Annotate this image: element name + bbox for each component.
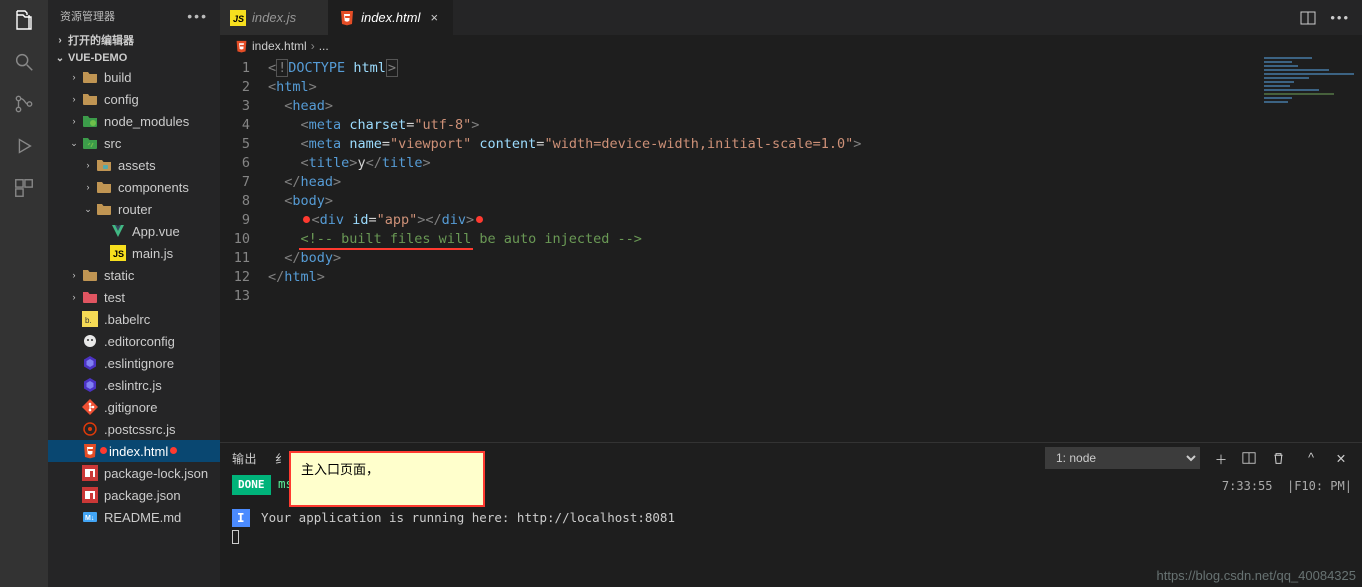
maximize-panel-icon[interactable]: ^ — [1302, 451, 1320, 465]
folder-config[interactable]: ›config — [48, 88, 220, 110]
folder-icon — [96, 201, 112, 217]
new-terminal-icon[interactable]: ＋ — [1212, 449, 1230, 468]
babel-icon: b. — [82, 311, 98, 327]
folder-icon — [96, 179, 112, 195]
panel-tab-output[interactable]: 输出 — [232, 450, 257, 467]
file-.eslintignore[interactable]: .eslintignore — [48, 352, 220, 374]
folder-src[interactable]: ⌄src — [48, 132, 220, 154]
annotation-tooltip: 主入口页面， — [289, 451, 485, 507]
watermark: https://blog.csdn.net/qq_40084325 — [1157, 568, 1357, 583]
npm-icon — [82, 487, 98, 503]
file-README.md[interactable]: M↓README.md — [48, 506, 220, 528]
js-icon: JS — [230, 10, 246, 26]
terminal-cursor — [232, 530, 239, 544]
info-badge: I — [232, 509, 250, 527]
folder-node_modules[interactable]: ›node_modules — [48, 110, 220, 132]
html-icon — [339, 10, 355, 26]
file-package-lock.json[interactable]: package-lock.json — [48, 462, 220, 484]
project-section[interactable]: ⌄VUE-DEMO — [48, 50, 220, 66]
folder-static[interactable]: ›static — [48, 264, 220, 286]
split-terminal-icon[interactable] — [1242, 451, 1260, 465]
source-control-icon[interactable] — [12, 92, 36, 116]
html-icon — [234, 39, 248, 53]
file-index.html[interactable]: index.html — [48, 440, 220, 462]
srcfolder-icon — [82, 135, 98, 151]
svg-text:b.: b. — [85, 316, 92, 325]
explorer-title: 资源管理器 — [60, 8, 115, 24]
file-main.js[interactable]: JSmain.js — [48, 242, 220, 264]
file-.babelrc[interactable]: b..babelrc — [48, 308, 220, 330]
folder-icon — [82, 267, 98, 283]
eslint-icon — [82, 355, 98, 371]
file-package.json[interactable]: package.json — [48, 484, 220, 506]
panel-status: 7:33:55 |F10: PM| — [1222, 477, 1352, 495]
git-icon — [82, 399, 98, 415]
open-editors-section[interactable]: ›打开的编辑器 — [48, 30, 220, 50]
folder-icon — [82, 69, 98, 85]
testfolder-icon — [82, 289, 98, 305]
folder-router[interactable]: ⌄router — [48, 198, 220, 220]
more-icon[interactable]: ••• — [187, 8, 208, 24]
svg-text:JS: JS — [233, 14, 244, 24]
postcss-icon — [82, 421, 98, 437]
file-App.vue[interactable]: App.vue — [48, 220, 220, 242]
tab-index.js[interactable]: JSindex.js — [220, 0, 329, 35]
file-.eslintrc.js[interactable]: .eslintrc.js — [48, 374, 220, 396]
trash-icon[interactable] — [1272, 452, 1290, 465]
html-icon — [82, 443, 98, 459]
editorcfg-icon — [82, 333, 98, 349]
explorer-icon[interactable] — [12, 8, 36, 32]
svg-text:JS: JS — [113, 249, 124, 259]
explorer-sidebar: 资源管理器 ••• ›打开的编辑器 ⌄VUE-DEMO ›build›confi… — [48, 0, 220, 587]
close-tab-icon[interactable]: × — [426, 10, 442, 25]
folder-build[interactable]: ›build — [48, 66, 220, 88]
folder-assets[interactable]: ›assets — [48, 154, 220, 176]
minimap[interactable] — [1258, 57, 1358, 117]
debug-icon[interactable] — [12, 134, 36, 158]
nodefolder-icon — [82, 113, 98, 129]
svg-text:M↓: M↓ — [85, 515, 94, 522]
folder-components[interactable]: ›components — [48, 176, 220, 198]
breadcrumb[interactable]: index.html › ... — [220, 35, 1362, 57]
terminal-selector[interactable]: 1: node — [1045, 447, 1200, 469]
folder-test[interactable]: ›test — [48, 286, 220, 308]
tab-bar: JSindex.jsindex.html× ••• — [220, 0, 1362, 35]
eslint-icon — [82, 377, 98, 393]
assets-icon — [96, 157, 112, 173]
file-.gitignore[interactable]: .gitignore — [48, 396, 220, 418]
md-icon: M↓ — [82, 509, 98, 525]
split-editor-icon[interactable] — [1300, 10, 1316, 26]
vue-icon — [110, 223, 126, 239]
file-.editorconfig[interactable]: .editorconfig — [48, 330, 220, 352]
js-icon: JS — [110, 245, 126, 261]
close-panel-icon[interactable]: ✕ — [1332, 451, 1350, 466]
file-.postcssrc.js[interactable]: .postcssrc.js — [48, 418, 220, 440]
more-actions-icon[interactable]: ••• — [1330, 10, 1350, 25]
code-editor[interactable]: 12345678910111213 <!DOCTYPE html><html> … — [220, 57, 1362, 442]
tab-actions: ••• — [1300, 0, 1362, 35]
done-badge: DONE — [232, 475, 271, 495]
npm-icon — [82, 465, 98, 481]
extensions-icon[interactable] — [12, 176, 36, 200]
tab-index.html[interactable]: index.html× — [329, 0, 453, 35]
panel-tab-2[interactable]: 纟 — [275, 450, 288, 467]
folder-icon — [82, 91, 98, 107]
search-icon[interactable] — [12, 50, 36, 74]
activity-bar — [0, 0, 48, 587]
